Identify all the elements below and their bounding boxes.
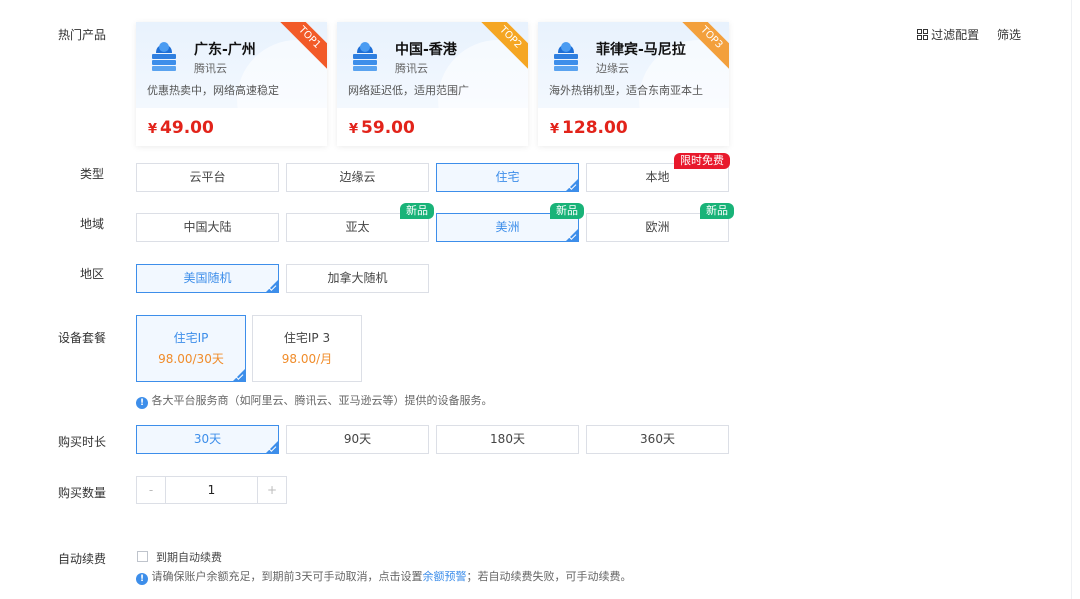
info-icon: !: [136, 573, 148, 585]
type-option-cloud-platform[interactable]: 云平台: [136, 163, 279, 192]
plan-price: 98.00/30天: [158, 352, 224, 366]
duration-option-360d[interactable]: 360天: [586, 425, 729, 454]
auto-renew-checkbox[interactable]: [137, 551, 148, 562]
product-card-manila[interactable]: 菲律宾-马尼拉 边缘云 海外热销机型，适合东南亚本土 ¥128.00 TOP3: [538, 22, 729, 146]
plan-option-residential-ip-3[interactable]: 住宅IP 3 98.00/月: [252, 315, 362, 382]
product-vendor: 腾讯云: [194, 62, 227, 75]
product-desc: 网络延迟低，适用范围广: [348, 84, 469, 97]
auto-renew-checkbox-label[interactable]: 到期自动续费: [156, 549, 222, 565]
filter-config-button[interactable]: 过滤配置: [917, 28, 983, 42]
duration-option-90d[interactable]: 90天: [286, 425, 429, 454]
price-value: 59.00: [361, 118, 415, 138]
toolbar: 过滤配置 筛选: [917, 26, 1021, 43]
plan-name: 住宅IP: [173, 331, 209, 345]
product-price: ¥59.00: [349, 118, 415, 138]
filter-button[interactable]: 筛选: [997, 28, 1021, 42]
plan-price: 98.00/月: [281, 352, 333, 366]
renew-note-text: 请确保账户余额充足，到期前3天可手动取消，点击设置: [151, 570, 423, 583]
cloud-server-icon: [554, 42, 578, 71]
new-badge: 新品: [550, 203, 584, 219]
region-label: 地域: [79, 217, 104, 231]
currency-symbol: ¥: [550, 122, 560, 137]
product-vendor: 边缘云: [596, 62, 629, 75]
cloud-server-icon: [353, 42, 377, 71]
new-badge: 新品: [400, 203, 434, 219]
page-frame: 过滤配置 筛选 热门产品 类型 地域 地区 设备套餐 购买时长 购买数量 自动续…: [0, 0, 1072, 599]
area-label: 地区: [79, 267, 104, 281]
type-label: 类型: [79, 167, 104, 181]
currency-symbol: ¥: [148, 122, 158, 137]
renew-note-text-tail: ；若自动续费失败，可手动续费。: [466, 570, 632, 583]
filter-config-label: 过滤配置: [931, 28, 980, 42]
hot-products-label: 热门产品: [58, 28, 107, 42]
grid-icon: [917, 29, 929, 40]
product-desc: 海外热销机型，适合东南亚本土: [549, 84, 703, 97]
area-option-canada-random[interactable]: 加拿大随机: [286, 264, 429, 293]
product-vendor: 腾讯云: [395, 62, 428, 75]
product-name: 广东-广州: [194, 42, 256, 58]
plan-option-residential-ip[interactable]: 住宅IP 98.00/30天: [136, 315, 246, 382]
product-card-guangzhou[interactable]: 广东-广州 腾讯云 优惠热卖中，网络高速稳定 ¥49.00 TOP1: [136, 22, 327, 146]
quantity-label: 购买数量: [58, 486, 107, 500]
duration-option-180d[interactable]: 180天: [436, 425, 579, 454]
auto-renew-label: 自动续费: [58, 552, 107, 566]
product-name: 中国-香港: [395, 42, 457, 58]
quantity-increment-button[interactable]: +: [257, 477, 286, 503]
new-badge: 新品: [700, 203, 734, 219]
area-option-us-random[interactable]: 美国随机: [136, 264, 279, 293]
plan-note-text: 各大平台服务商（如阿里云、腾讯云、亚马逊云等）提供的设备服务。: [151, 394, 493, 407]
info-icon: !: [136, 397, 148, 409]
duration-option-30d[interactable]: 30天: [136, 425, 279, 454]
product-price: ¥128.00: [550, 118, 628, 138]
renew-note: ! 请确保账户余额充足，到期前3天可手动取消，点击设置余额预警；若自动续费失败，…: [136, 568, 632, 585]
plan-name: 住宅IP 3: [283, 331, 331, 345]
product-name: 菲律宾-马尼拉: [596, 42, 686, 58]
price-value: 128.00: [562, 118, 628, 138]
product-desc: 优惠热卖中，网络高速稳定: [147, 84, 279, 97]
price-value: 49.00: [160, 118, 214, 138]
product-price: ¥49.00: [148, 118, 214, 138]
cloud-server-icon: [152, 42, 176, 71]
region-option-mainland[interactable]: 中国大陆: [136, 213, 279, 242]
free-badge: 限时免费: [674, 153, 730, 169]
currency-symbol: ¥: [349, 122, 359, 137]
balance-alert-link[interactable]: 余额预警: [423, 570, 467, 583]
quantity-decrement-button[interactable]: -: [137, 477, 166, 503]
duration-label: 购买时长: [58, 435, 107, 449]
quantity-input[interactable]: 1: [166, 477, 257, 503]
type-option-residential[interactable]: 住宅: [436, 163, 579, 192]
plan-label: 设备套餐: [58, 331, 107, 345]
plan-note: ! 各大平台服务商（如阿里云、腾讯云、亚马逊云等）提供的设备服务。: [136, 392, 493, 409]
type-option-edge-cloud[interactable]: 边缘云: [286, 163, 429, 192]
quantity-stepper: - 1 +: [136, 476, 287, 504]
product-card-hongkong[interactable]: 中国-香港 腾讯云 网络延迟低，适用范围广 ¥59.00 TOP2: [337, 22, 528, 146]
